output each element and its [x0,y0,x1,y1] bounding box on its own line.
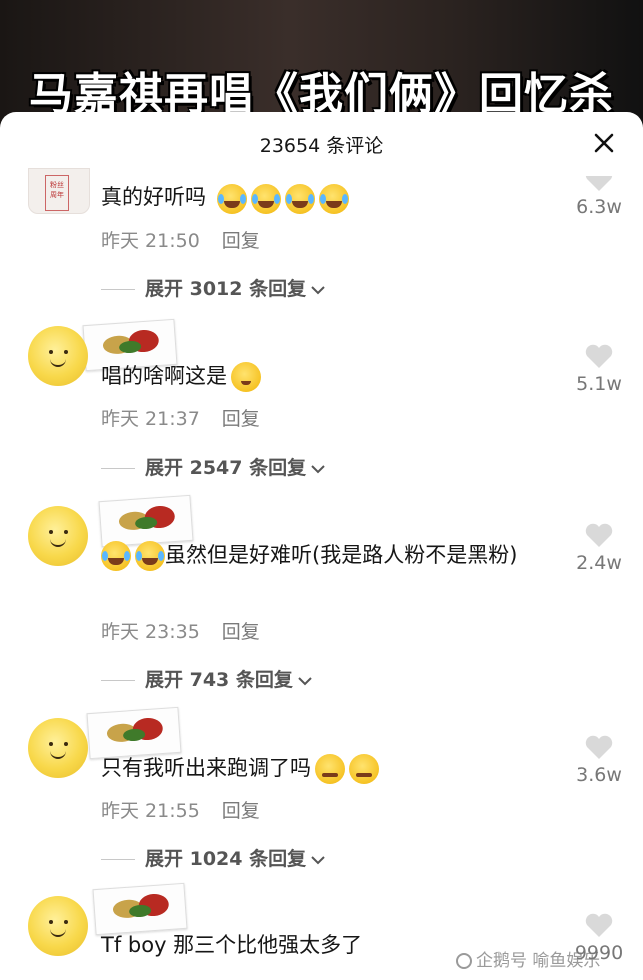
laugh-cry-emoji-icon [250,184,281,214]
avatar[interactable]: 粉丝 周年 [28,168,90,214]
comment-text: 真的好听吗 [101,180,561,215]
comment-text-content: 真的好听吗 [101,185,206,209]
chevron-down-icon [310,849,326,871]
like-count: 9990 [574,942,624,964]
laugh-cry-emoji-icon [135,541,165,571]
comment-meta: 昨天 23:35 回复 [101,617,260,644]
zipper-mouth-emoji-icon [315,754,345,784]
comment-count-title: 23654 条评论 [259,135,384,157]
chevron-down-icon [310,458,326,480]
chevron-down-icon [310,279,326,301]
expand-replies-label: 展开 743 条回复 [145,669,293,691]
emoji-row [213,181,349,215]
like-count: 2.4w [576,552,622,574]
reply-button[interactable]: 回复 [222,621,260,643]
like-button[interactable]: 9990 [569,912,629,964]
reply-button[interactable]: 回复 [222,408,260,430]
divider [101,859,135,860]
comment-meta: 昨天 21:55 回复 [101,796,260,823]
zipper-mouth-emoji-icon [349,754,379,784]
expand-replies-button[interactable]: 展开 1024 条回复 [101,844,326,871]
comment-text-content: 虽然但是好难听(我是路人粉不是黑粉) [165,543,518,567]
comment-time: 昨天 23:35 [101,621,200,643]
like-count: 6.3w [576,196,622,218]
close-icon[interactable] [591,130,617,156]
reply-button[interactable]: 回复 [222,800,260,822]
comment-text: 唱的啥啊这是 [101,359,561,393]
comment-time: 昨天 21:55 [101,800,200,822]
comment-text-content: 唱的啥啊这是 [101,364,227,388]
expand-replies-label: 展开 1024 条回复 [145,848,307,870]
like-button[interactable]: 6.3w [569,166,629,218]
like-button[interactable]: 2.4w [569,522,629,574]
comment-meta: 昨天 21:50 回复 [101,226,260,253]
comment-text: 只有我听出来跑调了吗 [101,751,561,785]
comment-meta: 昨天 21:37 回复 [101,404,260,431]
heart-icon [585,913,613,937]
reply-button[interactable]: 回复 [222,230,260,252]
laugh-cry-emoji-icon [101,541,131,571]
divider [101,289,135,290]
expand-replies-button[interactable]: 展开 2547 条回复 [101,453,326,480]
like-count: 3.6w [576,764,622,786]
avatar-badge: 粉丝 周年 [45,175,69,211]
laugh-cry-emoji-icon [284,184,315,214]
comment-time: 昨天 21:50 [101,230,200,252]
comment-time: 昨天 21:37 [101,408,200,430]
heart-icon [585,344,613,368]
expand-replies-label: 展开 2547 条回复 [145,457,307,479]
expand-replies-button[interactable]: 展开 3012 条回复 [101,274,326,301]
like-count: 5.1w [576,373,622,395]
thinking-emoji-icon [231,362,261,392]
comment-text-content: Tf boy 那三个比他强太多了 [101,933,363,957]
comment-text: 虽然但是好难听(我是路人粉不是黑粉) [101,538,561,572]
laugh-cry-emoji-icon [216,184,247,214]
like-button[interactable]: 3.6w [569,734,629,786]
heart-icon [584,166,614,192]
heart-icon [585,735,613,759]
like-button[interactable]: 5.1w [569,343,629,395]
penguin-logo-icon [456,953,472,969]
avatar[interactable] [28,896,88,956]
chevron-down-icon [297,670,313,692]
laugh-cry-emoji-icon [318,184,349,214]
avatar[interactable] [28,718,88,778]
avatar[interactable] [28,326,88,386]
comment-text-content: 只有我听出来跑调了吗 [101,756,311,780]
expand-replies-label: 展开 3012 条回复 [145,278,307,300]
avatar[interactable] [28,506,88,566]
divider [101,468,135,469]
expand-replies-button[interactable]: 展开 743 条回复 [101,665,313,692]
heart-icon [585,523,613,547]
divider [101,680,135,681]
sheet-header: 23654 条评论 [0,112,643,174]
